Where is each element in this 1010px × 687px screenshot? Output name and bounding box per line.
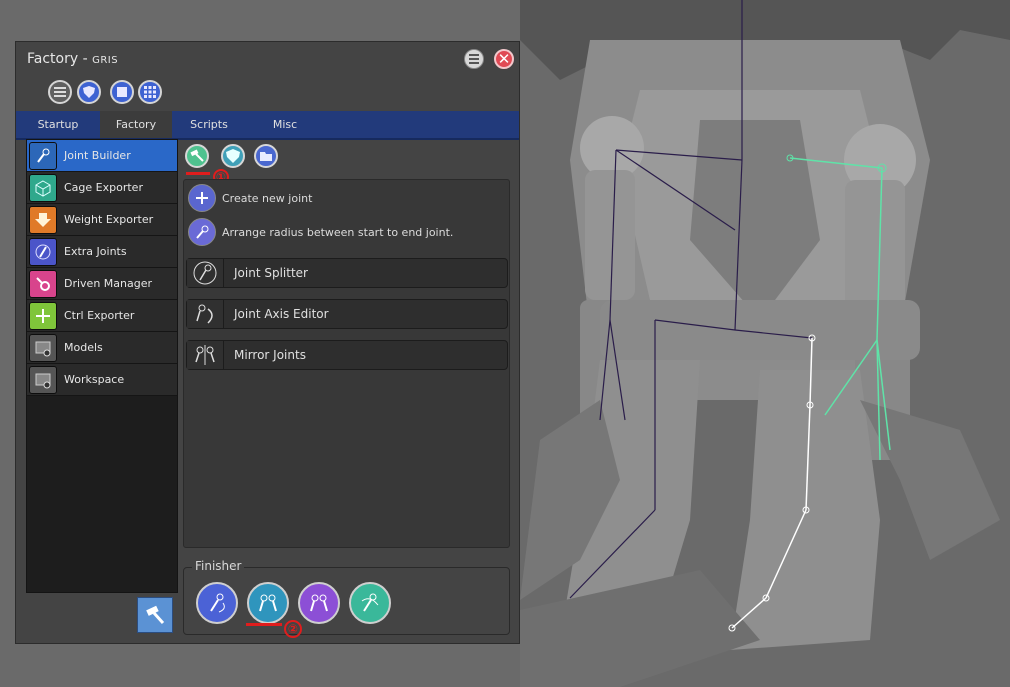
shield-button[interactable] [77, 80, 101, 104]
sidebar-item-label: Joint Builder [64, 149, 131, 162]
mode-folder-button[interactable] [254, 144, 278, 168]
shield-icon [83, 86, 95, 98]
grid-icon [144, 86, 156, 98]
create-joint-action[interactable]: Create new joint [188, 183, 312, 213]
joint-icon [29, 141, 57, 170]
download-arrow-icon [29, 205, 57, 234]
joint-pair-icon [310, 594, 328, 612]
window-subtitle: GRIS [92, 55, 119, 66]
sidebar-item-ctrl-exporter[interactable]: Ctrl Exporter [27, 300, 177, 332]
folder-icon [29, 333, 57, 362]
hammer-icon [190, 149, 204, 162]
finisher-button-4[interactable] [349, 582, 391, 624]
hammer-icon [146, 605, 165, 625]
sidebar-item-label: Workspace [64, 373, 125, 386]
build-button[interactable] [137, 597, 173, 633]
gear-icon [29, 269, 57, 298]
sidebar-item-weight-exporter[interactable]: Weight Exporter [27, 204, 177, 236]
square-button[interactable] [110, 80, 134, 104]
finisher-title: Finisher [192, 559, 245, 573]
mirror-joints-tool[interactable]: Mirror Joints [186, 340, 508, 370]
joint-splitter-tool[interactable]: Joint Splitter [186, 258, 508, 288]
sidebar-item-label: Extra Joints [64, 245, 127, 258]
shield-icon [226, 149, 240, 163]
tab-startup[interactable]: Startup [16, 111, 100, 138]
annotation-underline-1 [186, 172, 210, 175]
annotation-underline-2 [246, 623, 282, 626]
mirror-joints-label: Mirror Joints [234, 348, 306, 362]
grid-button[interactable] [138, 80, 162, 104]
joint-axis-editor-tool[interactable]: Joint Axis Editor [186, 299, 508, 329]
tab-factory[interactable]: Factory [100, 111, 172, 138]
joint-axis-editor-label: Joint Axis Editor [234, 307, 329, 321]
create-joint-label: Create new joint [222, 191, 313, 205]
joint-splitter-icon [187, 259, 224, 287]
folder-icon [29, 365, 57, 394]
arrange-radius-action[interactable]: Arrange radius between start to end join… [188, 217, 453, 247]
joint-builder-content: Create new joint Arrange radius between … [183, 179, 510, 548]
sidebar-item-label: Ctrl Exporter [64, 309, 135, 322]
factory-panel: Factory - GRIS ✕ Startup Factory Scripts… [15, 41, 520, 644]
tool-sidebar: Joint Builder Cage Exporter Weight Expor… [26, 139, 178, 593]
menu-icon [469, 58, 479, 60]
cube-icon [29, 173, 57, 202]
joint-axis-icon [187, 300, 224, 328]
joint-loop-icon [361, 593, 379, 612]
arrange-radius-label: Arrange radius between start to end join… [222, 225, 454, 239]
sidebar-item-label: Cage Exporter [64, 181, 143, 194]
radius-icon [188, 218, 216, 246]
finisher-button-1[interactable] [196, 582, 238, 624]
square-icon [117, 87, 127, 97]
joint-pair-icon [259, 594, 277, 612]
sidebar-item-cage-exporter[interactable]: Cage Exporter [27, 172, 177, 204]
mode-build-button[interactable] [185, 144, 209, 168]
list-button[interactable] [48, 80, 72, 104]
mode-shield-button[interactable] [221, 144, 245, 168]
sidebar-item-models[interactable]: Models [27, 332, 177, 364]
close-icon: ✕ [497, 49, 511, 68]
folder-icon [260, 152, 272, 161]
sidebar-item-joint-builder[interactable]: Joint Builder [27, 140, 177, 172]
tab-bar: Startup Factory Scripts Misc [16, 111, 519, 140]
annotation-marker-2: ② [284, 620, 302, 638]
sidebar-item-driven-manager[interactable]: Driven Manager [27, 268, 177, 300]
joint-icon [29, 237, 57, 266]
joint-chain-icon [210, 593, 225, 613]
menu-button[interactable] [464, 49, 484, 69]
sidebar-item-workspace[interactable]: Workspace [27, 364, 177, 396]
mirror-joints-icon [187, 341, 224, 369]
finisher-button-3[interactable] [298, 582, 340, 624]
sidebar-item-extra-joints[interactable]: Extra Joints [27, 236, 177, 268]
sidebar-item-label: Driven Manager [64, 277, 153, 290]
tab-scripts[interactable]: Scripts [172, 111, 246, 138]
finisher-button-2[interactable] [247, 582, 289, 624]
close-button[interactable]: ✕ [494, 49, 514, 69]
sidebar-item-label: Models [64, 341, 103, 354]
tab-misc[interactable]: Misc [246, 111, 324, 138]
arrows-icon [29, 301, 57, 330]
window-title: Factory - GRIS [27, 51, 118, 67]
joint-splitter-label: Joint Splitter [234, 266, 308, 280]
plus-icon [188, 184, 216, 212]
sidebar-item-label: Weight Exporter [64, 213, 154, 226]
list-icon [54, 87, 66, 97]
window-title-text: Factory - [27, 51, 93, 67]
